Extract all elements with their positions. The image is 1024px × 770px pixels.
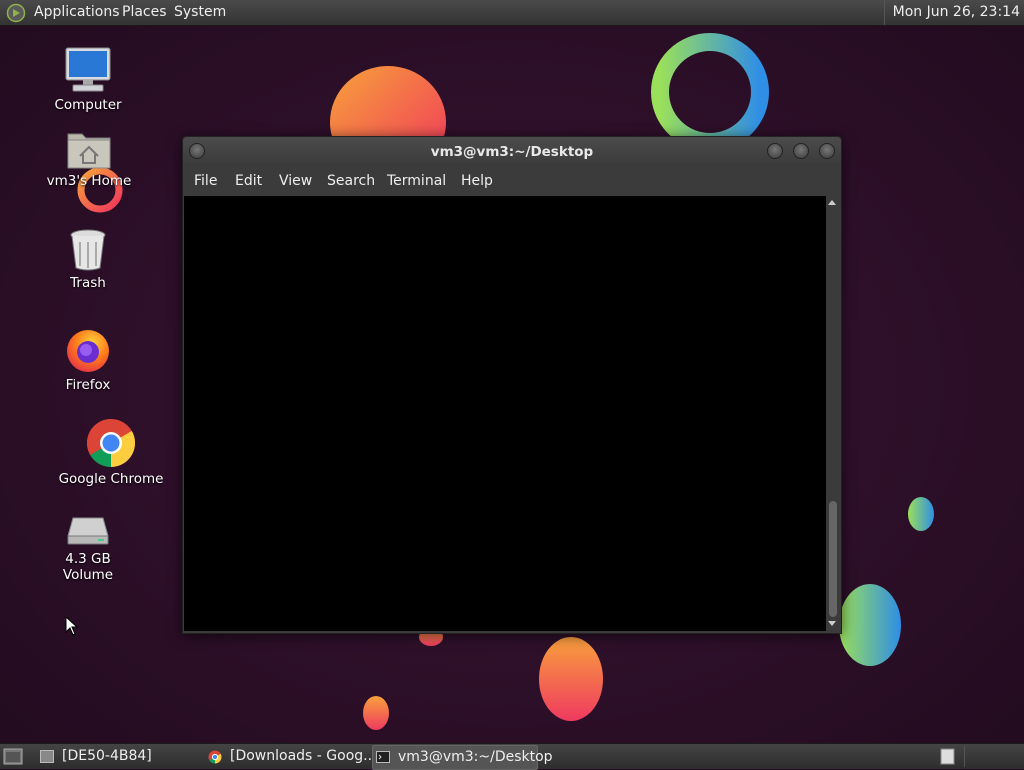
taskbar-item-de50[interactable]: [DE50-4B84] — [36, 745, 196, 768]
desktop-icon-label: vm3's Home — [46, 173, 132, 189]
menu-terminal[interactable]: Terminal — [387, 167, 446, 196]
mouse-cursor-icon — [65, 616, 79, 636]
desktop-icon-home[interactable]: vm3's Home — [44, 128, 134, 189]
desktop-icon-label: Google Chrome — [58, 471, 164, 487]
menu-search[interactable]: Search — [327, 167, 375, 196]
menu-view[interactable]: View — [279, 167, 312, 196]
trash-icon — [70, 229, 106, 271]
terminal-icon — [376, 751, 390, 763]
desktop-icon-trash[interactable]: Trash — [48, 228, 128, 291]
minimize-button[interactable] — [767, 143, 783, 159]
home-folder-icon — [67, 133, 111, 169]
window-titlebar[interactable]: vm3@vm3:~/Desktop — [183, 137, 841, 167]
firefox-icon — [67, 330, 109, 372]
computer-icon — [65, 47, 111, 92]
terminal-window[interactable]: vm3@vm3:~/Desktop File Edit View Search … — [182, 136, 842, 634]
taskbar-item-downloads[interactable]: [Downloads - Goog... — [204, 745, 377, 768]
close-button[interactable] — [819, 143, 835, 159]
vertical-scrollbar[interactable] — [827, 196, 839, 631]
menu-file[interactable]: File — [194, 167, 217, 196]
scroll-thumb[interactable] — [829, 501, 837, 617]
show-desktop-icon[interactable] — [3, 748, 23, 765]
menu-edit[interactable]: Edit — [235, 167, 262, 196]
desktop-icon-chrome[interactable]: Google Chrome — [58, 418, 164, 487]
workspace-switcher-empty[interactable] — [964, 746, 1021, 767]
desktop-icon-label: Firefox — [65, 377, 111, 393]
desktop-icon-label: Computer — [54, 97, 122, 113]
drive-icon — [67, 517, 109, 545]
menu-help[interactable]: Help — [461, 167, 493, 196]
maximize-button[interactable] — [793, 143, 809, 159]
desktop-icon-firefox[interactable]: Firefox — [48, 326, 128, 393]
desktop-icon-volume[interactable]: 4.3 GB Volume — [40, 514, 136, 583]
bottom-taskbar: [DE50-4B84] [Downloads - Goog... vm3@vm3… — [0, 743, 1024, 770]
terminal-menubar: File Edit View Search Terminal Help — [183, 167, 841, 196]
taskbar-item-label: [DE50-4B84] — [62, 748, 152, 764]
taskbar-item-terminal[interactable]: vm3@vm3:~/Desktop — [372, 745, 553, 770]
scroll-down-arrow-icon[interactable] — [828, 621, 836, 626]
window-icon — [40, 750, 54, 763]
chrome-icon — [208, 750, 222, 764]
taskbar-item-label: vm3@vm3:~/Desktop — [398, 749, 553, 765]
desktop-icon-label: 4.3 GB Volume — [62, 551, 114, 583]
clock[interactable]: Mon Jun 26, 23:14 — [883, 0, 1020, 25]
menu-places[interactable]: Places — [122, 0, 167, 25]
chrome-icon — [86, 419, 136, 467]
taskbar-item-label: [Downloads - Goog... — [230, 748, 377, 764]
window-title: vm3@vm3:~/Desktop — [430, 144, 594, 160]
distro-logo-icon[interactable] — [6, 3, 26, 23]
menu-system[interactable]: System — [174, 0, 226, 25]
menu-applications[interactable]: Applications — [34, 0, 120, 25]
desktop-icon-label: Trash — [70, 275, 106, 291]
desktop-icon-computer[interactable]: Computer — [48, 46, 128, 113]
top-panel: Applications Places System Mon Jun 26, 2… — [0, 0, 1024, 26]
terminal-output[interactable] — [184, 196, 826, 631]
scroll-up-arrow-icon[interactable] — [828, 200, 836, 205]
workspace-switcher-icon[interactable] — [940, 748, 956, 765]
